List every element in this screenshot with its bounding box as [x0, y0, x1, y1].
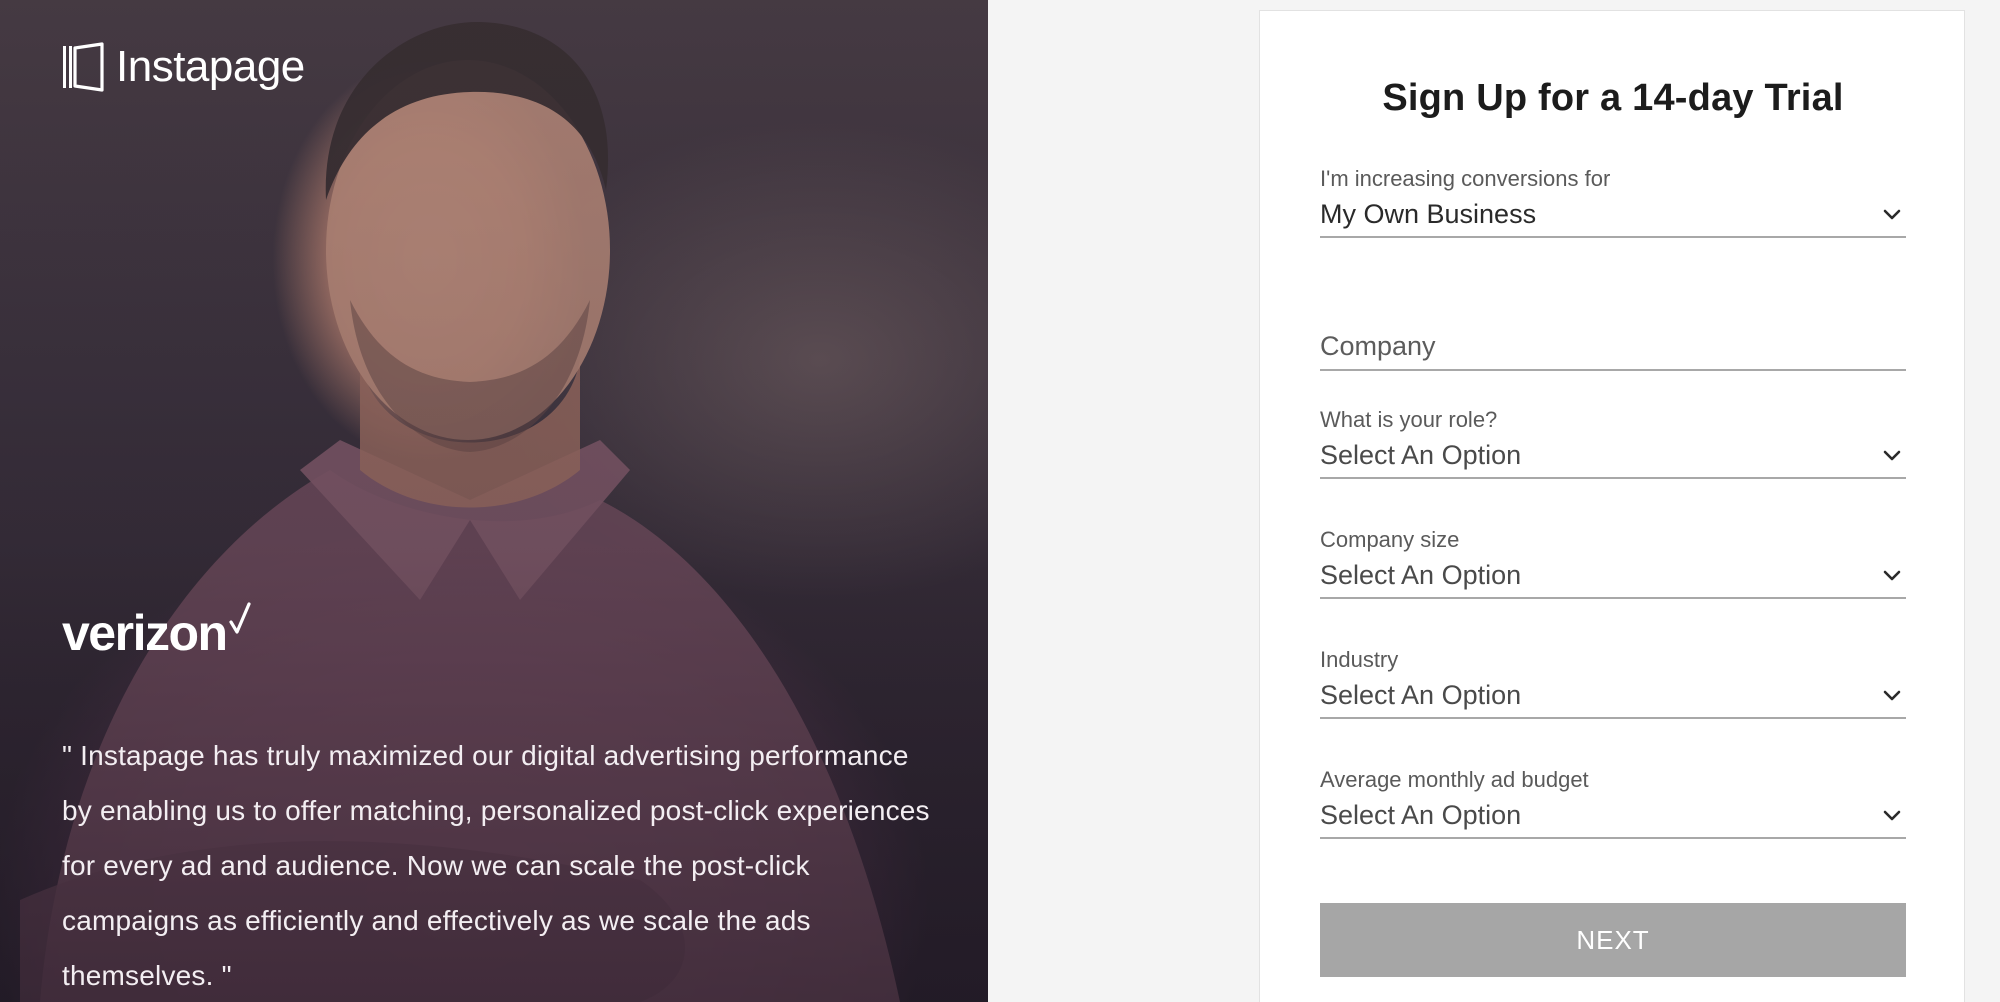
role-select[interactable]: Select An Option: [1320, 433, 1906, 479]
role-field: What is your role? Select An Option: [1320, 407, 1906, 479]
conversions-for-field: I'm increasing conversions for My Own Bu…: [1320, 166, 1906, 238]
hero-panel: Instapage verizon " Instapage has truly …: [0, 0, 988, 1002]
company-size-value: Select An Option: [1320, 559, 1522, 590]
testimonial-quote: " Instapage has truly maximized our digi…: [62, 740, 930, 991]
conversions-for-value: My Own Business: [1320, 198, 1537, 229]
company-input[interactable]: [1320, 323, 1906, 371]
instapage-logo-icon: [63, 42, 104, 92]
chevron-down-icon: [1883, 810, 1901, 821]
conversions-for-select[interactable]: My Own Business: [1320, 192, 1906, 238]
brand-name: Instapage: [116, 42, 305, 91]
conversions-for-label: I'm increasing conversions for: [1320, 166, 1611, 191]
signup-form-card: Sign Up for a 14-day Trial I'm increasin…: [1259, 10, 1965, 1002]
brand-logo[interactable]: Instapage: [62, 42, 305, 92]
ad-budget-value: Select An Option: [1320, 799, 1522, 830]
company-field: [1320, 323, 1906, 371]
chevron-down-icon: [1883, 450, 1901, 461]
signup-page: Instapage verizon " Instapage has truly …: [0, 0, 2000, 1002]
role-value: Select An Option: [1320, 439, 1522, 470]
ad-budget-field: Average monthly ad budget Select An Opti…: [1320, 767, 1906, 839]
ad-budget-label: Average monthly ad budget: [1320, 767, 1589, 792]
industry-label: Industry: [1320, 647, 1399, 672]
next-button[interactable]: NEXT: [1320, 903, 1906, 977]
client-logo: verizon: [62, 602, 251, 661]
company-size-select[interactable]: Select An Option: [1320, 553, 1906, 599]
client-logo-text: verizon: [62, 605, 228, 661]
company-size-field: Company size Select An Option: [1320, 527, 1906, 599]
chevron-down-icon: [1883, 690, 1901, 701]
role-label: What is your role?: [1320, 407, 1498, 432]
chevron-down-icon: [1883, 209, 1901, 220]
company-size-label: Company size: [1320, 527, 1460, 552]
industry-select[interactable]: Select An Option: [1320, 673, 1906, 719]
industry-value: Select An Option: [1320, 679, 1522, 710]
ad-budget-select[interactable]: Select An Option: [1320, 793, 1906, 839]
industry-field: Industry Select An Option: [1320, 647, 1906, 719]
verizon-check-icon: [228, 602, 251, 634]
form-title: Sign Up for a 14-day Trial: [1382, 77, 1844, 119]
chevron-down-icon: [1883, 570, 1901, 581]
